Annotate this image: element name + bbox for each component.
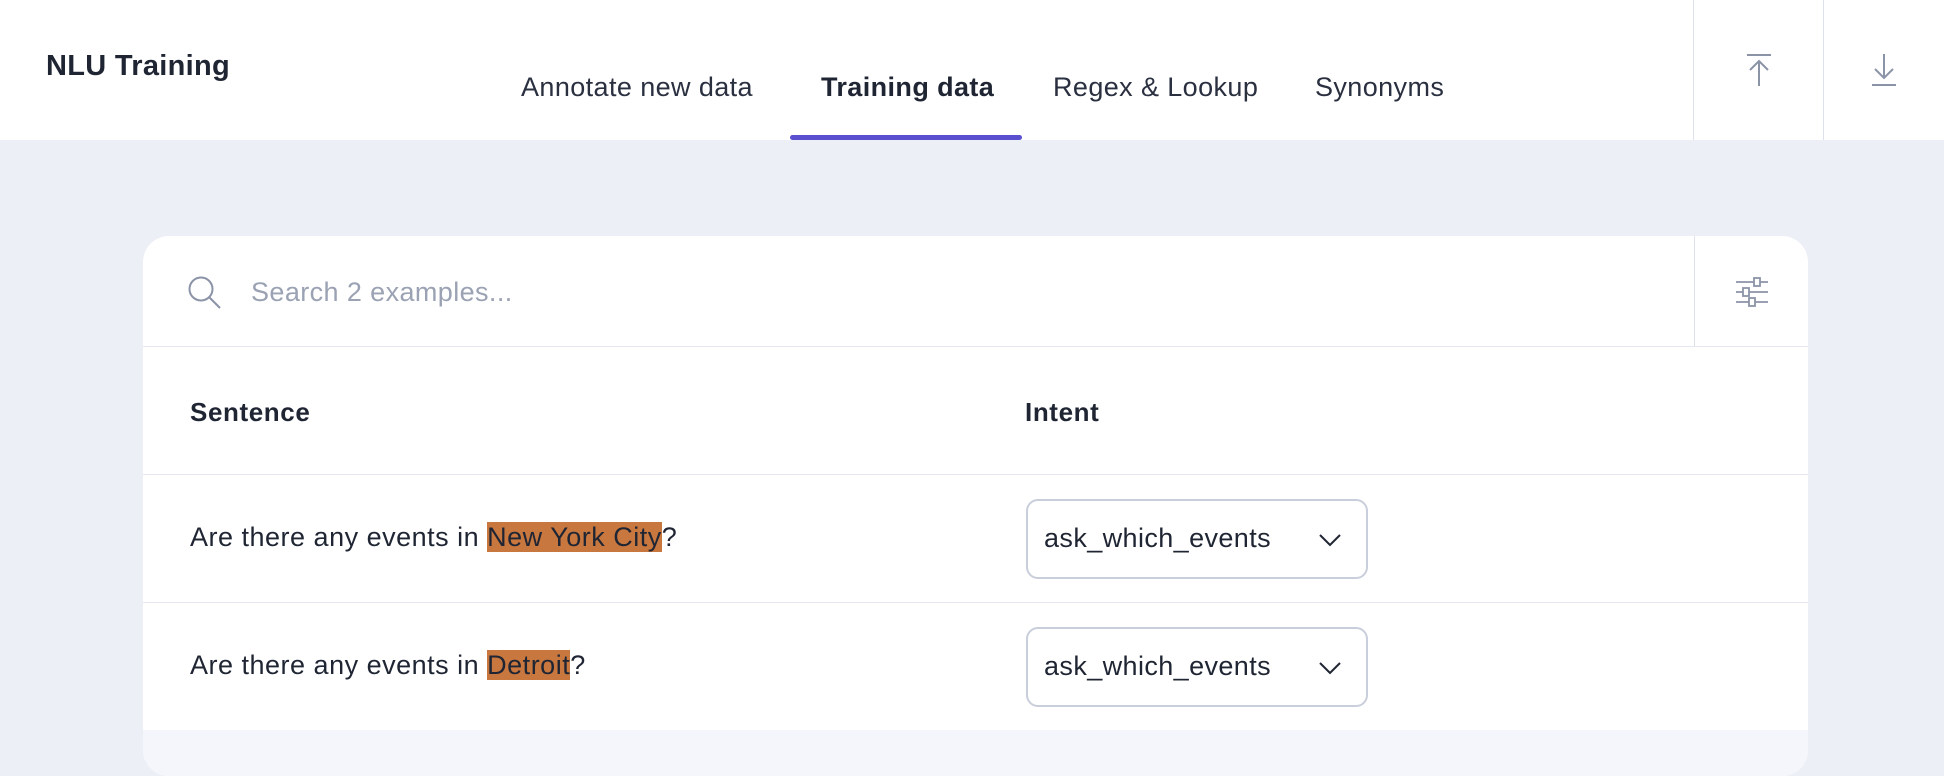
upload-icon [1746,54,1771,86]
intent-dropdown[interactable]: ask_which_events [1026,499,1368,579]
active-tab-indicator [790,135,1022,140]
download-button[interactable] [1823,0,1944,140]
filter-sliders-icon [1735,276,1768,307]
search-bar [143,236,1808,347]
entity-highlight[interactable]: New York City [487,522,662,552]
table-header: Sentence Intent [143,347,1808,475]
column-header-intent: Intent [1025,397,1100,427]
intent-dropdown[interactable]: ask_which_events [1026,627,1368,707]
tab-synonyms[interactable]: Synonyms [1315,72,1444,140]
search-input[interactable] [251,266,1251,318]
tab-training-data[interactable]: Training data [821,72,994,140]
tab-annotate-new-data[interactable]: Annotate new data [521,72,753,140]
intent-value: ask_which_events [1044,523,1272,553]
sentence-text[interactable]: Are there any events in Detroit? [190,650,586,681]
table-footer [143,730,1808,776]
sentence-text-before: Are there any events in [190,522,488,552]
table-row: Are there any events in New York City? a… [143,475,1808,603]
sentence-text[interactable]: Are there any events in New York City? [190,522,677,553]
table-row: Are there any events in Detroit? ask_whi… [143,603,1808,731]
download-icon [1872,54,1896,86]
sentence-text-before: Are there any events in [190,650,488,680]
sentence-text-after: ? [661,522,678,552]
entity-highlight[interactable]: Detroit [487,650,571,680]
training-data-card: Sentence Intent Are there any events in … [143,236,1808,776]
intent-value: ask_which_events [1044,651,1272,681]
search-icon [188,276,221,309]
upload-button[interactable] [1693,0,1823,140]
filter-button[interactable] [1694,236,1808,347]
app-title: NLU Training [46,50,231,82]
tab-regex-lookup[interactable]: Regex & Lookup [1053,72,1258,140]
chevron-down-icon [1319,662,1341,675]
column-header-sentence: Sentence [190,397,311,427]
top-header: NLU Training Annotate new data Training … [0,0,1944,140]
chevron-down-icon [1319,534,1341,547]
sentence-text-after: ? [570,650,586,680]
